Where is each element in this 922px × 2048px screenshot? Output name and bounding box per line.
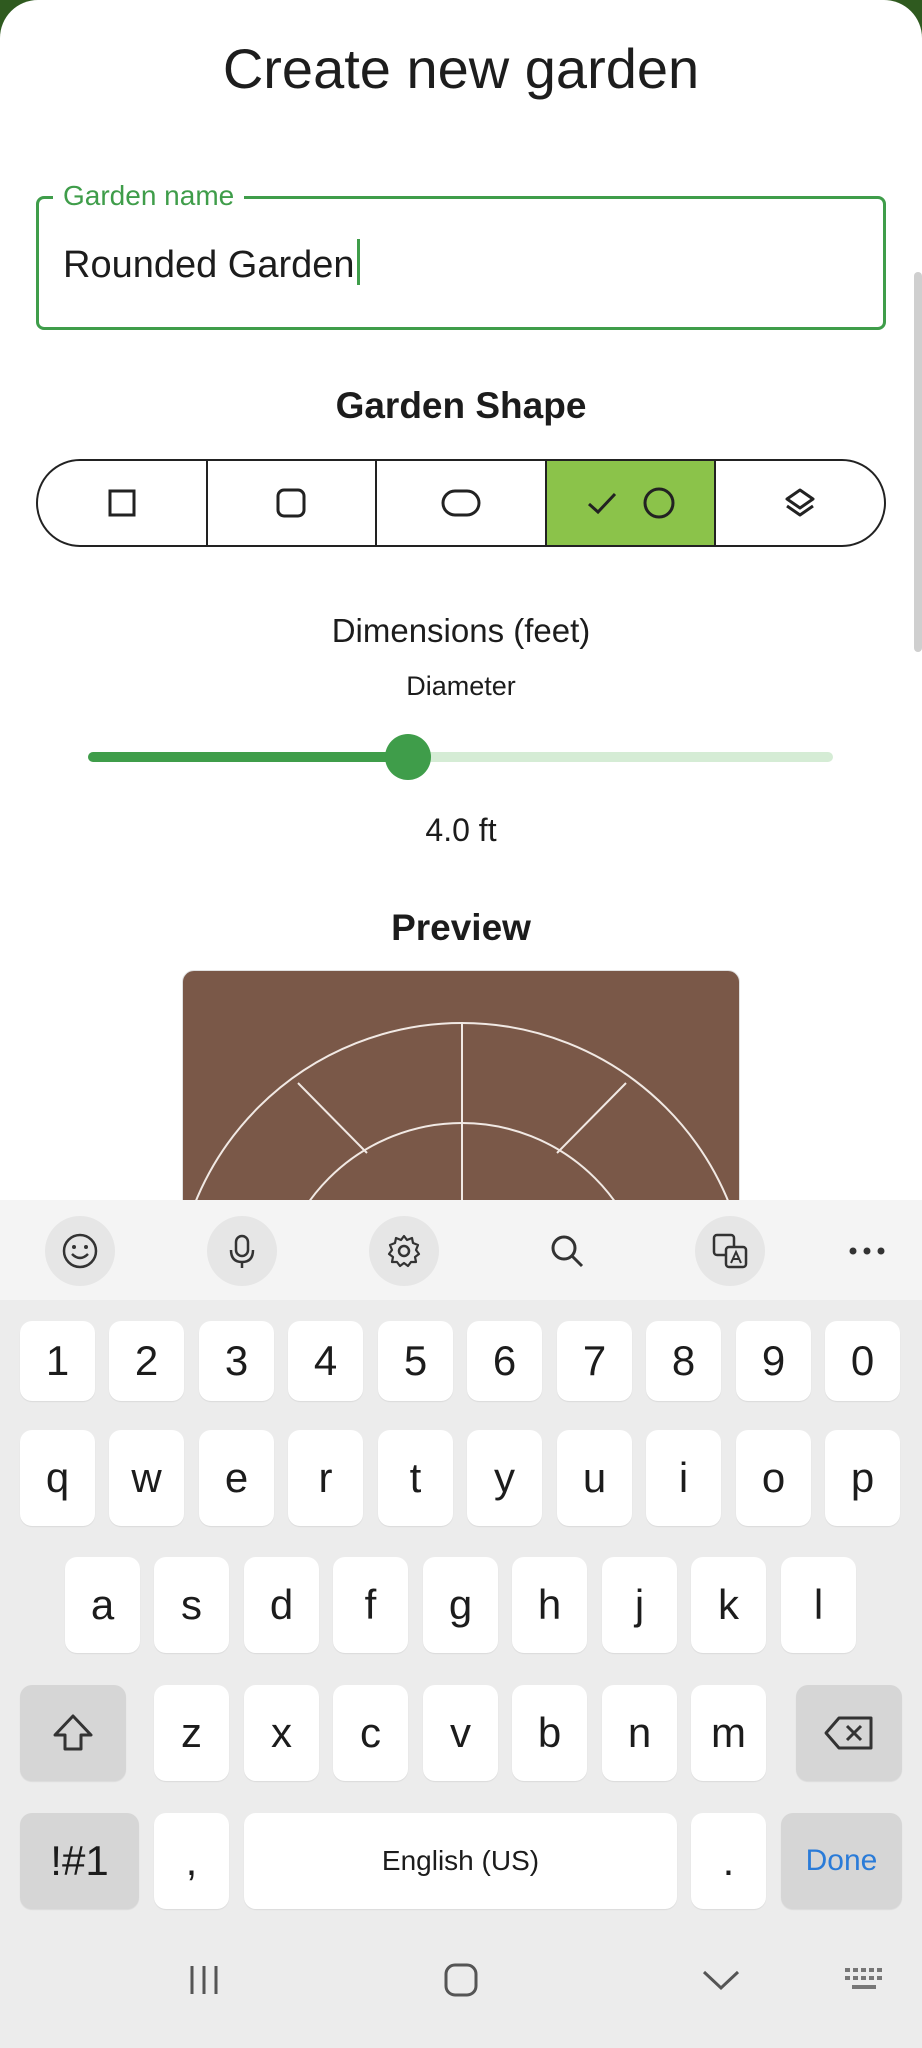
key[interactable]: 8: [646, 1321, 721, 1401]
garden-preview-drawing: [191, 1022, 733, 1209]
symbols-key[interactable]: !#1: [20, 1813, 139, 1909]
text-caret: [356, 239, 360, 285]
key[interactable]: c: [333, 1685, 408, 1781]
translate-icon: [712, 1233, 748, 1269]
key[interactable]: g: [423, 1557, 498, 1653]
shape-option-square[interactable]: [38, 461, 208, 545]
garden-name-field[interactable]: Garden name Rounded Garden: [36, 180, 886, 330]
key[interactable]: r: [288, 1430, 363, 1526]
keyboard-switch-button[interactable]: [842, 1960, 886, 2000]
diameter-label: Diameter: [406, 671, 516, 701]
key[interactable]: u: [557, 1430, 632, 1526]
settings-icon: [387, 1234, 421, 1268]
rounded-square-icon: [276, 488, 306, 518]
shape-option-rounded-square[interactable]: [208, 461, 378, 545]
key[interactable]: i: [646, 1430, 721, 1526]
backspace-key[interactable]: [796, 1685, 902, 1781]
garden-name-label: Garden name: [53, 180, 245, 212]
space-key[interactable]: English (US): [244, 1813, 677, 1909]
system-navigation-bar: [0, 1930, 922, 2048]
key[interactable]: 6: [467, 1321, 542, 1401]
dimensions-title: Dimensions (feet): [331, 612, 591, 649]
comma-key[interactable]: ,: [154, 1813, 229, 1909]
key[interactable]: o: [736, 1430, 811, 1526]
key[interactable]: l: [781, 1557, 856, 1653]
more-options-button[interactable]: [832, 1216, 902, 1286]
key[interactable]: 7: [557, 1321, 632, 1401]
emoji-icon: [62, 1233, 98, 1269]
pill-icon: [441, 489, 481, 517]
keyboard-toolbar: [0, 1200, 922, 1300]
shift-icon: [53, 1714, 93, 1751]
soft-keyboard: 1 2 3 4 5 6 7 8 9 0 q w e r t y u i o p …: [0, 1200, 922, 2048]
backspace-icon: [824, 1716, 873, 1750]
circle-icon: [643, 487, 675, 519]
key[interactable]: a: [65, 1557, 140, 1653]
square-icon: [108, 489, 136, 517]
emoji-button[interactable]: [45, 1216, 115, 1286]
key[interactable]: k: [691, 1557, 766, 1653]
back-icon: [702, 1970, 740, 1991]
key[interactable]: v: [423, 1685, 498, 1781]
key[interactable]: n: [602, 1685, 677, 1781]
key[interactable]: e: [199, 1430, 274, 1526]
key[interactable]: 3: [199, 1321, 274, 1401]
more-icon: [849, 1247, 885, 1255]
keyboard-search-button[interactable]: [532, 1216, 602, 1286]
key[interactable]: 5: [378, 1321, 453, 1401]
check-icon: [587, 492, 616, 515]
key[interactable]: j: [602, 1557, 677, 1653]
slider-active-track: [88, 752, 409, 762]
garden-preview: [182, 970, 740, 1210]
preview-title: Preview: [391, 907, 531, 948]
microphone-icon: [229, 1234, 255, 1268]
period-key[interactable]: .: [691, 1813, 766, 1909]
home-button[interactable]: [441, 1960, 481, 2000]
scrollbar[interactable]: [914, 272, 922, 652]
key[interactable]: 9: [736, 1321, 811, 1401]
recents-icon: [190, 1966, 218, 1994]
garden-name-input[interactable]: Rounded Garden: [63, 239, 360, 287]
recents-button[interactable]: [184, 1960, 224, 2000]
key[interactable]: f: [333, 1557, 408, 1653]
create-garden-sheet: Create new garden Garden name Rounded Ga…: [0, 0, 922, 2048]
search-icon: [551, 1235, 584, 1268]
voice-input-button[interactable]: [207, 1216, 277, 1286]
diameter-slider[interactable]: [88, 734, 833, 780]
garden-shape-title: Garden Shape: [335, 385, 587, 426]
key[interactable]: 4: [288, 1321, 363, 1401]
keyboard-icon: [845, 1968, 882, 1989]
layers-icon: [785, 488, 815, 517]
key[interactable]: m: [691, 1685, 766, 1781]
home-icon: [444, 1963, 478, 1997]
key[interactable]: 0: [825, 1321, 900, 1401]
translate-button[interactable]: [695, 1216, 765, 1286]
slider-thumb[interactable]: [385, 734, 432, 780]
key[interactable]: d: [244, 1557, 319, 1653]
keyboard-settings-button[interactable]: [369, 1216, 439, 1286]
key[interactable]: p: [825, 1430, 900, 1526]
done-key[interactable]: Done: [781, 1813, 902, 1909]
key[interactable]: s: [154, 1557, 229, 1653]
back-button[interactable]: [700, 1960, 742, 2000]
shape-selector[interactable]: [36, 459, 886, 547]
key[interactable]: b: [512, 1685, 587, 1781]
key[interactable]: q: [20, 1430, 95, 1526]
page-title: Create new garden: [222, 37, 700, 100]
shape-option-custom[interactable]: [716, 461, 884, 545]
shift-key[interactable]: [20, 1685, 126, 1781]
key[interactable]: z: [154, 1685, 229, 1781]
key[interactable]: x: [244, 1685, 319, 1781]
shape-option-pill[interactable]: [377, 461, 547, 545]
key[interactable]: t: [378, 1430, 453, 1526]
key[interactable]: w: [109, 1430, 184, 1526]
diameter-value: 4.0 ft: [425, 812, 497, 848]
key[interactable]: 1: [20, 1321, 95, 1401]
key[interactable]: 2: [109, 1321, 184, 1401]
shape-option-circle[interactable]: [546, 461, 717, 545]
key[interactable]: h: [512, 1557, 587, 1653]
key[interactable]: y: [467, 1430, 542, 1526]
